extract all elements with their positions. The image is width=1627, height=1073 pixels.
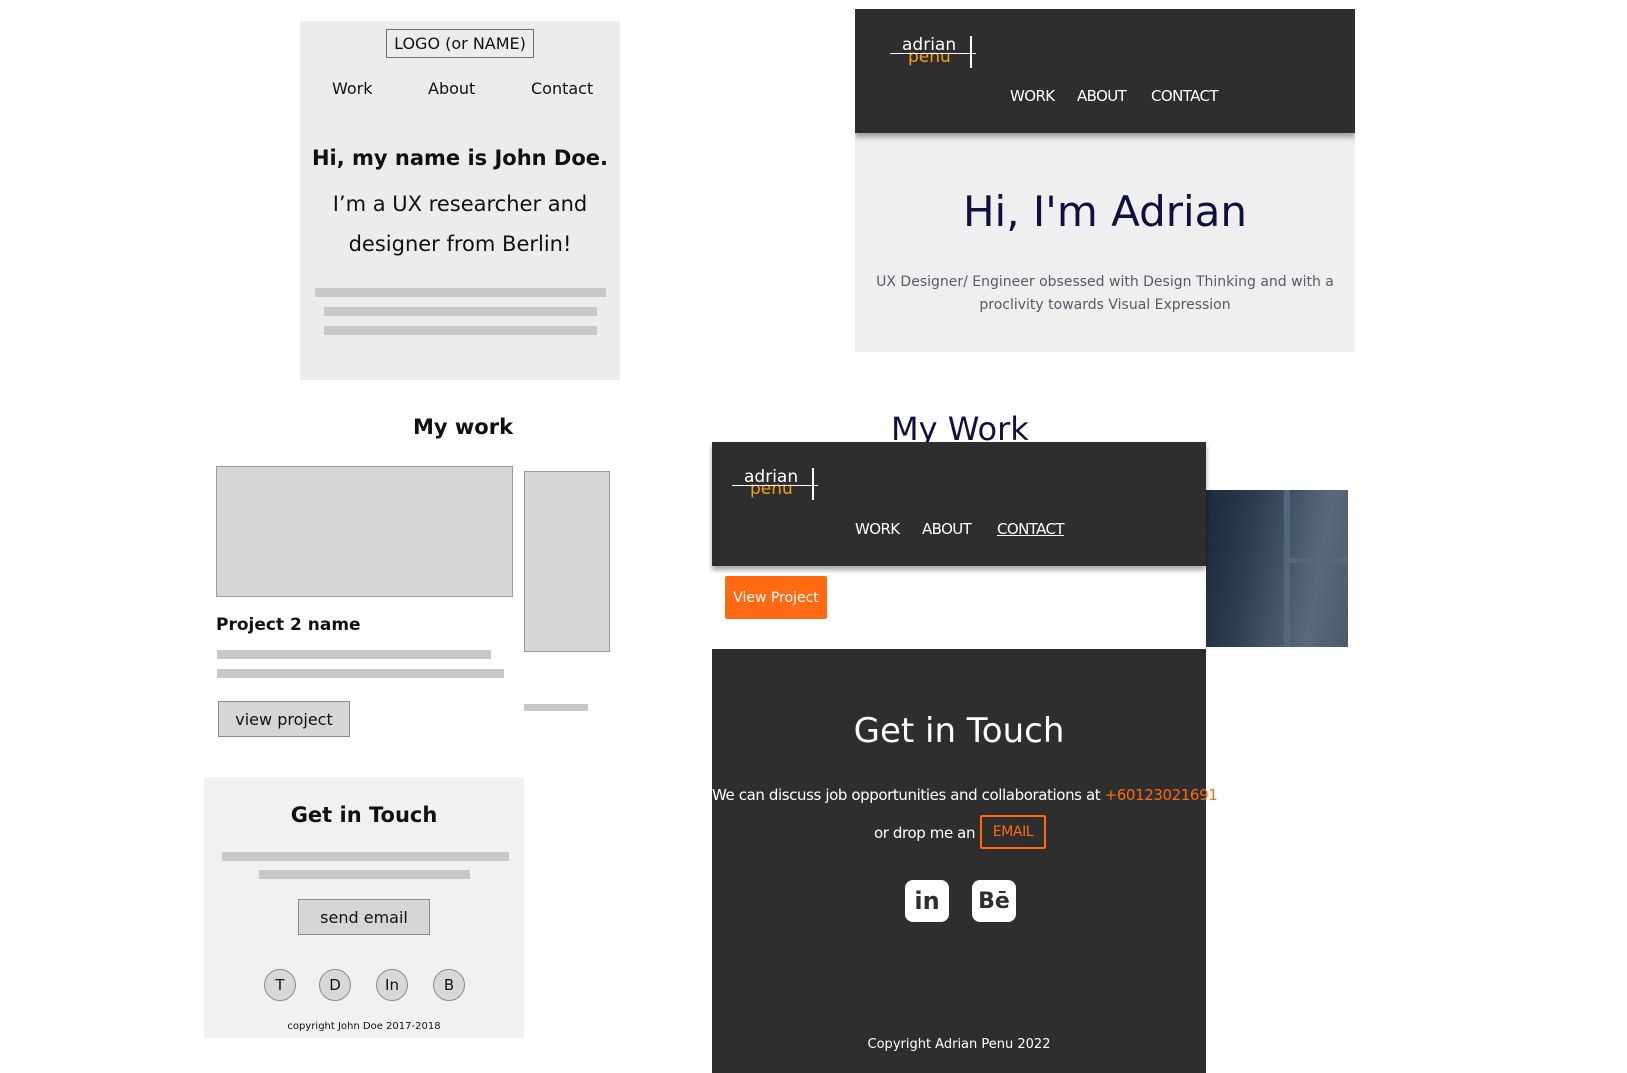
wireframe-hero: LOGO (or NAME) Work About Contact Hi, my… [300, 21, 620, 380]
wireframe-intro: I’m a UX researcher and designer from Be… [300, 184, 620, 264]
wireframe-copyright: copyright John Doe 2017-2018 [287, 1021, 441, 1032]
design-get-in-touch-heading: Get in Touch [853, 711, 1065, 751]
wireframe-project-thumbnail-next[interactable] [524, 471, 610, 652]
logo-cross-line [970, 36, 972, 68]
wireframe-logo[interactable]: LOGO (or NAME) [386, 29, 534, 58]
design-nav-about[interactable]: ABOUT [1077, 87, 1127, 105]
wireframe-send-email-button[interactable]: send email [298, 899, 430, 935]
design-nav-contact[interactable]: CONTACT [1151, 87, 1219, 105]
wireframe-nav-contact[interactable]: Contact [531, 79, 593, 98]
wireframe-text-placeholder [324, 307, 597, 316]
wireframe-text-placeholder [524, 704, 588, 711]
design-email-button[interactable]: EMAIL [980, 815, 1046, 849]
wireframe-project-name: Project 2 name [216, 615, 361, 635]
window-frame [1284, 558, 1348, 563]
design-nav-contact[interactable]: CONTACT [997, 520, 1065, 538]
wireframe-project-thumbnail[interactable] [216, 466, 513, 597]
design-subtitle-line1: UX Designer/ Engineer obsessed with Desi… [876, 274, 1334, 290]
wireframe-greeting: Hi, my name is John Doe. [311, 146, 609, 170]
wireframe-nav-work[interactable]: Work [332, 79, 373, 98]
design-logo[interactable]: adrian penu [732, 468, 822, 508]
wireframe-nav-about[interactable]: About [428, 79, 475, 98]
wireframe-text-placeholder [217, 650, 491, 659]
design-contact-section: Get in Touch We can discuss job opportun… [712, 649, 1218, 1073]
wireframe-view-project-button[interactable]: view project [218, 701, 350, 737]
wireframe-intro-line2: designer from Berlin! [348, 232, 572, 256]
design-logo[interactable]: adrian penu [890, 36, 980, 76]
wireframe-my-work-heading: My work [413, 415, 514, 439]
design-nav-work[interactable]: WORK [855, 520, 900, 538]
wireframe-text-placeholder [324, 326, 597, 335]
design-subtitle: UX Designer/ Engineer obsessed with Desi… [875, 271, 1335, 317]
design-nav-about[interactable]: ABOUT [922, 520, 972, 538]
logo-line [890, 53, 976, 54]
wireframe-get-in-touch-heading: Get in Touch [290, 803, 438, 827]
logo-cross-line [812, 468, 814, 500]
wireframe-social-behance[interactable]: B [433, 969, 465, 1001]
wireframe-social-linkedin[interactable]: In [376, 969, 408, 1001]
design-hero: adrian penu WORK ABOUT CONTACT Hi, I'm A… [855, 9, 1355, 352]
design-subtitle-line2: proclivity towards Visual Expression [979, 297, 1231, 313]
design-drop-text: or drop me an [874, 824, 976, 842]
design-sticky-header: adrian penu WORK ABOUT CONTACT [712, 442, 1206, 566]
linkedin-icon[interactable]: in [905, 880, 949, 922]
wireframe-intro-line1: I’m a UX researcher and [332, 192, 588, 216]
logo-name-bottom: penu [908, 47, 951, 67]
design-project-image[interactable] [1206, 490, 1348, 647]
logo-name-bottom: penu [750, 479, 793, 499]
design-contact-text: We can discuss job opportunities and col… [712, 786, 1218, 804]
window-frame [1284, 490, 1290, 647]
design-nav-work[interactable]: WORK [1010, 87, 1055, 105]
wireframe-social-twitter[interactable]: T [264, 969, 296, 1001]
behance-icon[interactable]: Bē [972, 880, 1016, 922]
wireframe-text-placeholder [217, 669, 504, 678]
design-phone-link[interactable]: +60123021691 [1105, 786, 1218, 804]
wireframe-social-dribbble[interactable]: D [319, 969, 351, 1001]
design-greeting: Hi, I'm Adrian [962, 187, 1248, 236]
wireframe-text-placeholder [259, 870, 470, 879]
design-project-section: adrian penu WORK ABOUT CONTACT View Proj… [712, 442, 1206, 649]
wireframe-text-placeholder [222, 852, 509, 861]
design-view-project-button[interactable]: View Project [725, 576, 827, 619]
logo-line [732, 485, 818, 486]
design-header: adrian penu WORK ABOUT CONTACT [855, 9, 1355, 133]
design-copyright: Copyright Adrian Penu 2022 [867, 1037, 1051, 1052]
wireframe-contact-section: Get in Touch send email T D In B copyrig… [204, 777, 524, 1038]
wireframe-text-placeholder [315, 288, 606, 297]
design-contact-message: We can discuss job opportunities and col… [712, 786, 1105, 804]
